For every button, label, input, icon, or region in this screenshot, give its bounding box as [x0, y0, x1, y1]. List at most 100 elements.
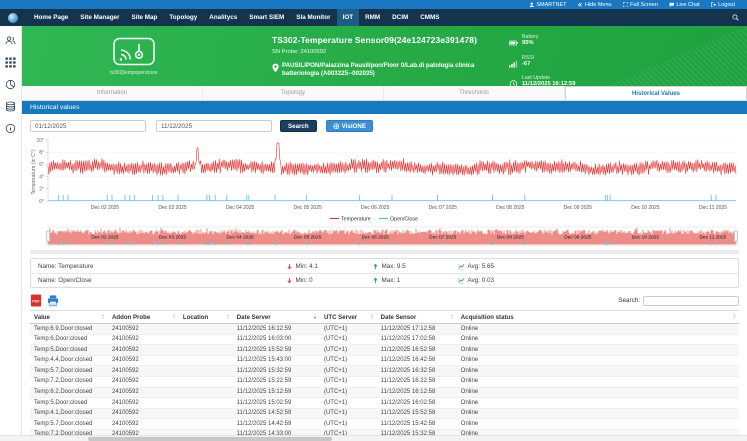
cell-value: Temp:5.7,Door:closed	[30, 365, 108, 377]
svg-text:Dec 07 2025: Dec 07 2025	[429, 205, 458, 211]
horizontal-scrollbar[interactable]	[0, 435, 747, 441]
cell-acquisition-status: Online	[456, 376, 739, 388]
utility-label: Hide Menu	[584, 1, 612, 8]
rssi-info: RSSI -67	[509, 55, 747, 73]
table-search-input[interactable]	[643, 295, 739, 306]
svg-text:Dec 06 2025: Dec 06 2025	[362, 235, 390, 241]
chevrons-left-icon	[578, 2, 583, 7]
cell-date-sensor: 11/12/2025 16:32:58	[376, 365, 457, 377]
cell-addon-probe: 24100592	[107, 355, 179, 367]
table-row[interactable]: Temp:4.4,Door:closed 24100592 11/12/2025 1…	[30, 355, 739, 367]
sort-icon: ▴ ▾	[102, 313, 104, 320]
last-update-value: 11/12/2025 16:12:59	[522, 81, 576, 86]
nav-item-sla-monitor[interactable]: Sla Monitor	[290, 9, 336, 26]
utility-logout[interactable]: Logout	[710, 2, 735, 8]
utility-smartnet[interactable]: SMARTNET	[529, 2, 566, 8]
tab-topology[interactable]: Topology	[203, 86, 384, 100]
col-header-date-sensor[interactable]: Date Sensor ▴ ▾	[376, 310, 457, 324]
table-row[interactable]: Temp:6,Door:closed 24100592 11/12/2025 16:…	[30, 334, 739, 346]
table-row[interactable]: Temp:5.7,Door:closed 24100592 11/12/2025 1…	[30, 365, 739, 377]
nav-item-smart-siem[interactable]: Smart SIEM	[243, 9, 290, 26]
tab-historical-values[interactable]: Historical Values	[565, 86, 747, 100]
svg-text:Dec 09 2025: Dec 09 2025	[564, 235, 592, 241]
svg-text:Dec 11 2025: Dec 11 2025	[700, 235, 727, 241]
svg-text:8°: 8°	[39, 150, 44, 156]
col-header-value[interactable]: Value ▴ ▾	[30, 310, 108, 324]
app-logo[interactable]	[8, 12, 18, 23]
tab-information[interactable]: Information	[22, 86, 203, 100]
filter-row: Search VisiONE	[30, 120, 739, 132]
col-header-utc-server[interactable]: UTC Server ▴ ▾	[319, 310, 377, 324]
date-from-input[interactable]	[30, 120, 146, 132]
database-icon[interactable]	[5, 101, 16, 112]
col-header-date-server[interactable]: Date Server ▴ ▾	[232, 310, 320, 324]
stats-row: Name: Temperature Min: 4.1 Max: 9.5 Avg: 5.…	[31, 259, 738, 273]
visione-button[interactable]: VisiONE	[325, 120, 373, 132]
svg-text:Temperature (in C°): Temperature (in C°)	[31, 149, 37, 195]
pie-chart-icon[interactable]	[5, 79, 16, 90]
svg-text:Dec 09 2025: Dec 09 2025	[564, 205, 593, 211]
nav-item-dcim[interactable]: DCIM	[386, 9, 414, 26]
nav-item-analitycs[interactable]: Analitycs	[203, 9, 243, 26]
stat-name: Name: Open/Close	[38, 277, 92, 284]
col-header-acquisition-status[interactable]: Acquisition status ▴ ▾	[456, 310, 739, 324]
navbar-search-icon[interactable]	[732, 14, 739, 21]
cell-utc-server: (UTC+1)	[319, 397, 377, 409]
table-row[interactable]: Temp:4.1,Door:closed 24100592 11/12/2025 1…	[30, 408, 739, 420]
date-to-input[interactable]	[156, 120, 272, 132]
cell-utc-server: (UTC+1)	[319, 418, 377, 430]
svg-text:Dec 04 2025: Dec 04 2025	[226, 235, 254, 241]
table-row[interactable]: Temp:6.9,Door:closed 24100592 11/12/2025 1…	[30, 323, 739, 335]
nav-item-home-page[interactable]: Home Page	[28, 9, 74, 26]
sort-icon: ▴ ▾	[733, 313, 735, 320]
stat-min: Min: 4.1	[286, 263, 372, 270]
table-row[interactable]: Temp:5,Door:closed 24100592 11/12/2025 15:…	[30, 344, 739, 356]
nav-item-cmms[interactable]: CMMS	[414, 9, 445, 26]
nav-item-iot[interactable]: IOT	[336, 9, 360, 26]
last-update-info: Last Update 11/12/2025 16:12:59	[509, 75, 747, 86]
users-icon[interactable]	[5, 35, 16, 46]
cell-date-sensor: 11/12/2025 15:42:58	[376, 418, 457, 430]
col-header-addon-probe[interactable]: Addon Probe ▴ ▾	[107, 310, 179, 324]
utility-full-screen[interactable]: Full Screen	[622, 2, 658, 8]
nav-item-site-manager[interactable]: Site Manager	[74, 9, 125, 26]
cell-utc-server: (UTC+1)	[319, 344, 377, 356]
cell-date-server: 11/12/2025 15:12:59	[232, 387, 320, 399]
svg-text:Dec 04 2025: Dec 04 2025	[226, 205, 255, 211]
sidebar	[0, 26, 22, 441]
table-row[interactable]: Temp:7.2,Door:closed24100592 11/12/2025 1…	[30, 376, 739, 388]
cell-value: Temp:4.1,Door:closed	[30, 408, 108, 420]
svg-text:Dec 07 2025: Dec 07 2025	[429, 235, 457, 241]
nav-item-rmm[interactable]: RMM	[359, 9, 386, 26]
table-row[interactable]: Temp:5,Door:closed 24100592 11/12/2025 15:…	[30, 397, 739, 409]
svg-text:2°: 2°	[39, 187, 44, 193]
visione-icon	[333, 123, 339, 129]
svg-text:Dec 05 2025: Dec 05 2025	[293, 205, 322, 211]
stats-box: Name: Temperature Min: 4.1 Max: 9.5 Avg: 5.…	[30, 258, 739, 288]
export-pdf-icon[interactable]: PDF	[30, 294, 42, 307]
utility-label: Live Chat	[676, 1, 700, 8]
print-icon[interactable]	[47, 294, 59, 307]
table-row[interactable]: Temp:6.2,Door:closed 24100592 11/12/2025 1…	[30, 387, 739, 399]
utility-live-chat[interactable]: Live Chat	[669, 2, 700, 8]
nav-item-site-map[interactable]: Site Map	[126, 9, 164, 26]
cell-utc-server: (UTC+1)	[319, 334, 377, 346]
search-button[interactable]: Search	[280, 120, 317, 132]
sort-icon: ▴ ▾	[370, 313, 373, 320]
scrollbar-thumb[interactable]	[88, 437, 332, 441]
navigator-scrollbar[interactable]	[30, 250, 739, 254]
cell-acquisition-status: Online	[456, 323, 739, 335]
cell-value: Temp:6.2,Door:closed	[30, 387, 108, 399]
max-arrow-icon	[373, 262, 378, 269]
cell-acquisition-status: Online	[456, 418, 739, 430]
utility-hide-menu[interactable]: Hide Menu	[577, 1, 612, 8]
nav-item-topology[interactable]: Topology	[163, 9, 203, 26]
grid-icon[interactable]	[5, 57, 16, 68]
table-row[interactable]: Temp:5.7,Door:closed 24100592 11/12/2025 1…	[30, 418, 739, 430]
cell-addon-probe: 24100592	[107, 387, 179, 399]
chart-navigator[interactable]: Dec 02 2025 Dec 03 2025 Dec 04 2025 Dec 05 …	[30, 225, 739, 247]
col-header-location[interactable]: Location ▴ ▾	[178, 310, 233, 324]
temperature-chart[interactable]: 10° 8° 6° 4° 2° 0°Temperature (in C°) Dec 02 2…	[30, 136, 739, 224]
tab-thresholds[interactable]: Thresholds	[384, 86, 565, 100]
info-icon[interactable]	[5, 123, 16, 134]
